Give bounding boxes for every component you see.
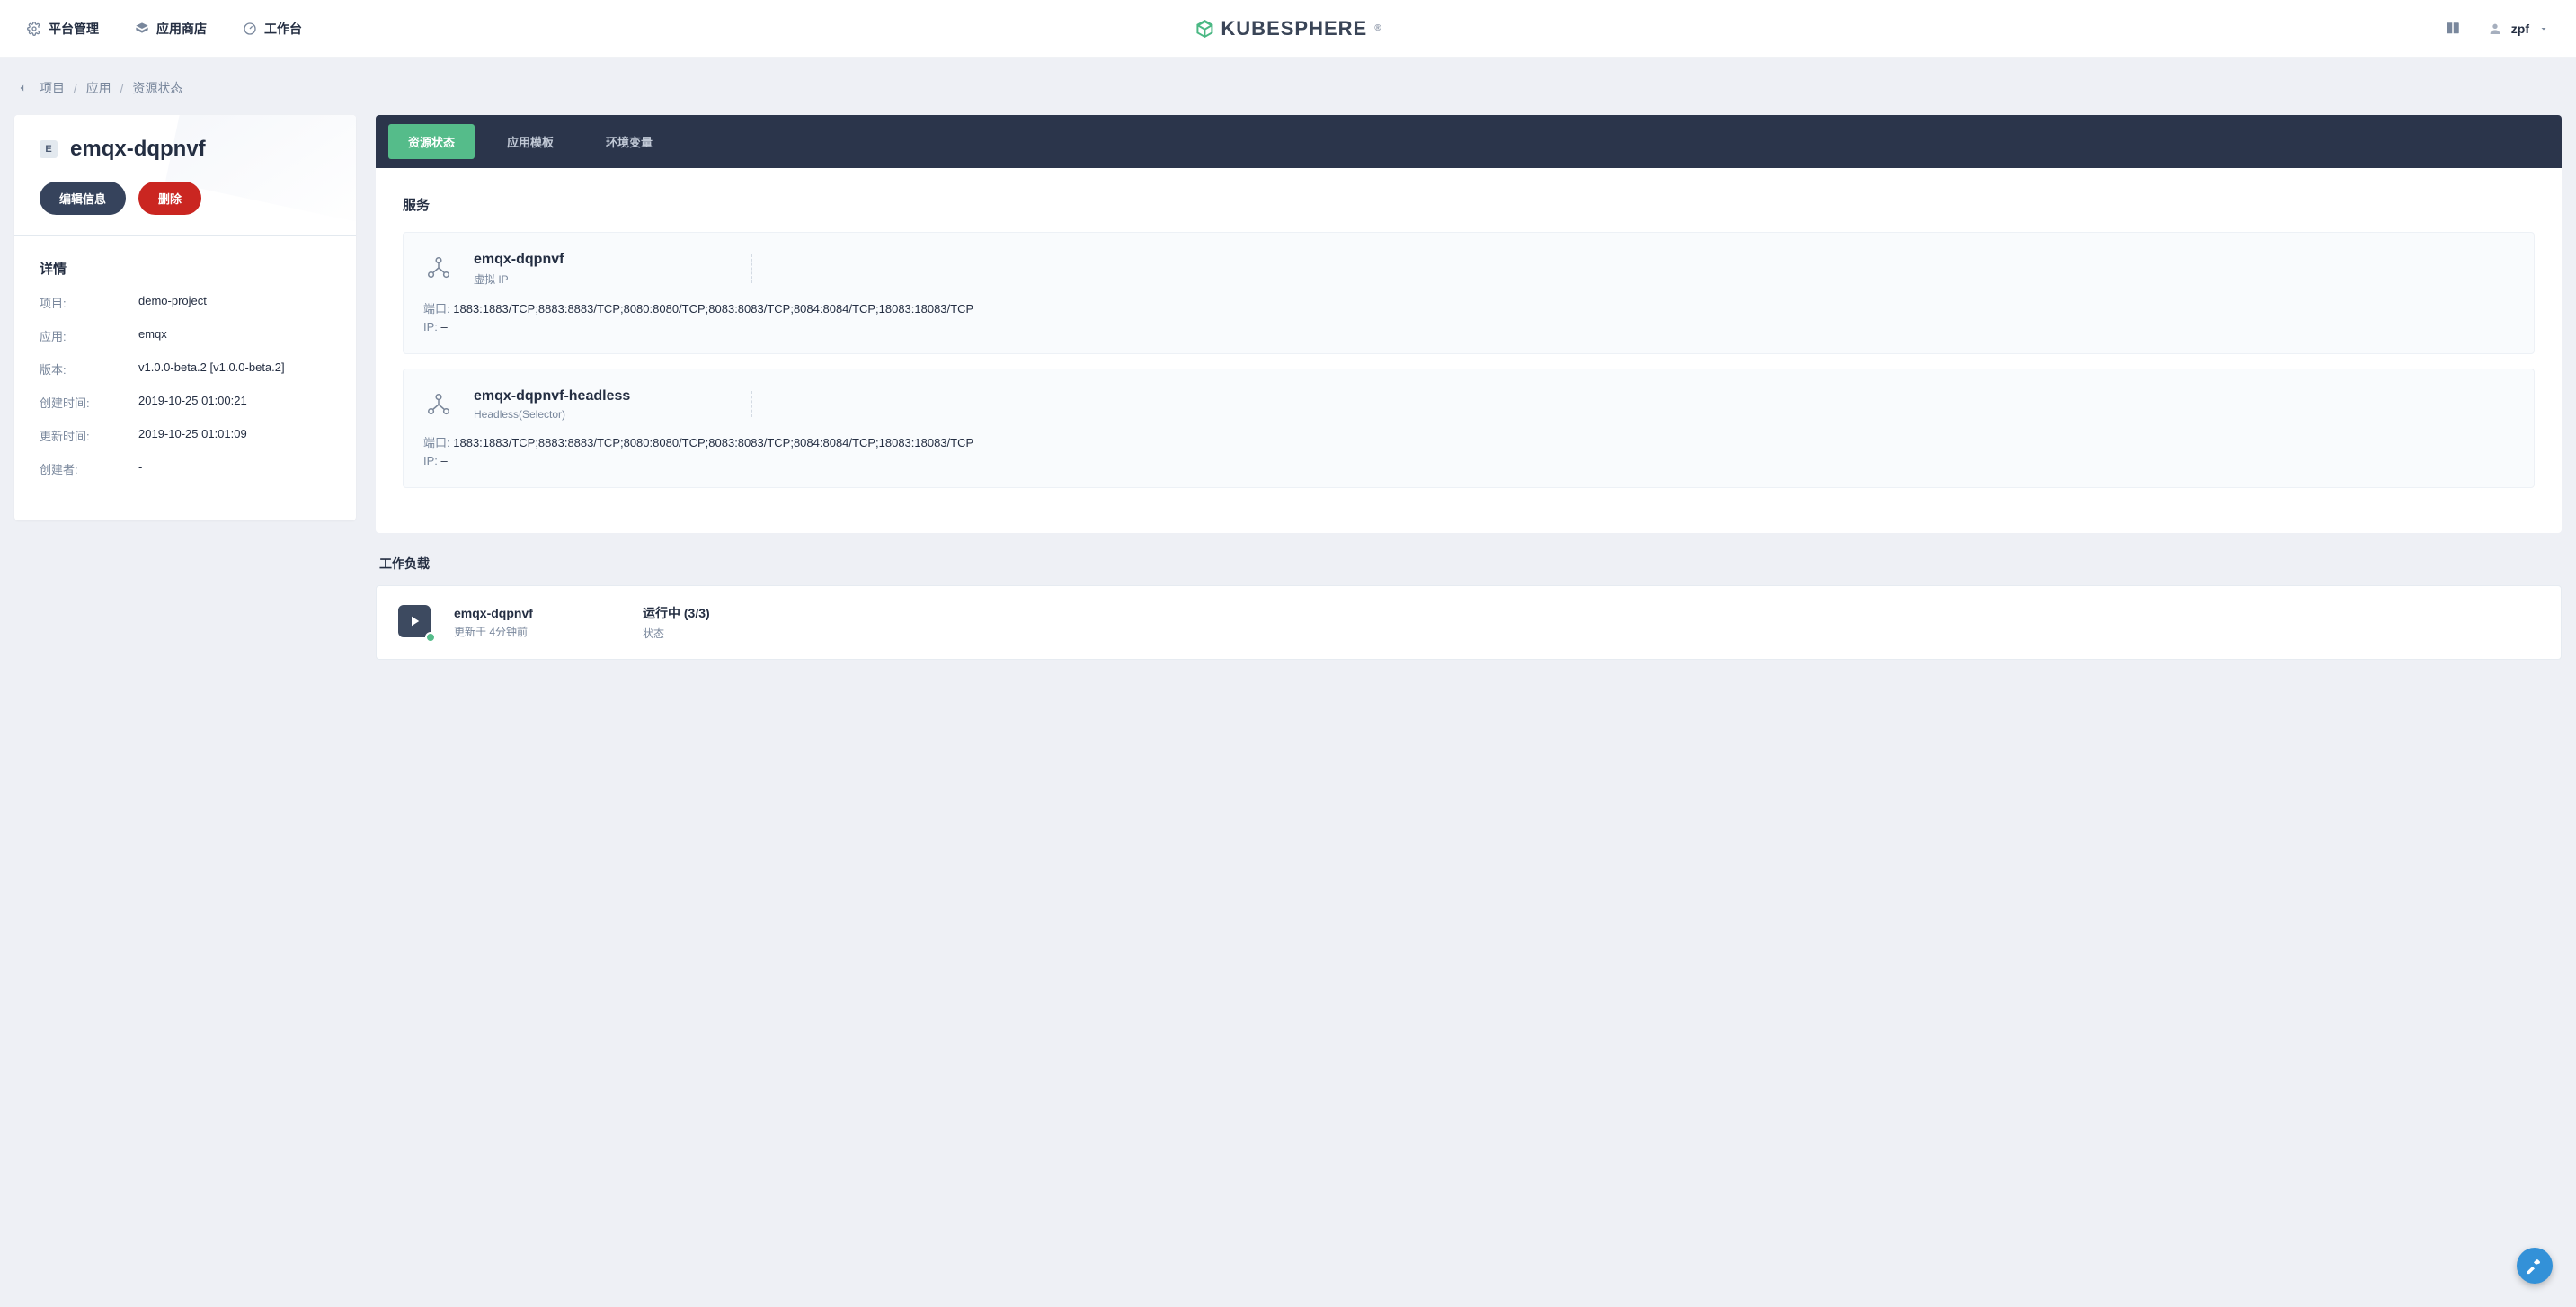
workload-icon-wrap: [398, 605, 434, 641]
workload-status: 运行中 (3/3): [643, 604, 831, 622]
workload-updated: 更新于 4分钟前: [454, 624, 643, 639]
crumb-application[interactable]: 应用: [86, 81, 111, 95]
topbar-right: zpf: [2445, 21, 2549, 37]
value-creator: -: [138, 460, 331, 477]
workload-name: emqx-dqpnvf: [454, 606, 643, 620]
gear-icon: [27, 22, 41, 36]
top-nav: 平台管理 应用商店 工作台: [27, 20, 302, 38]
detail-section-title: 详情: [40, 259, 331, 278]
label-creator: 创建者:: [40, 460, 138, 477]
breadcrumb-links: 项目 / 应用 / 资源状态: [40, 79, 182, 97]
workload-col-name: emqx-dqpnvf 更新于 4分钟前: [454, 606, 643, 639]
service-type: 虚拟 IP: [474, 271, 752, 287]
service-type: Headless(Selector): [474, 408, 752, 421]
gauge-icon: [243, 22, 257, 36]
nav-label: 工作台: [264, 20, 302, 38]
service-ports: 1883:1883/TCP;8883:8883/TCP;8080:8080/TC…: [453, 302, 973, 316]
tab-env-vars[interactable]: 环境变量: [586, 124, 672, 159]
docs-icon[interactable]: [2445, 21, 2461, 37]
services-title: 服务: [403, 195, 2535, 214]
delete-button[interactable]: 删除: [138, 182, 201, 215]
workload-status-label: 状态: [643, 626, 831, 641]
app-title: emqx-dqpnvf: [70, 137, 206, 162]
service-icon: [423, 253, 454, 283]
ip-label: IP:: [423, 320, 438, 333]
services-panel: 服务 emqx-dqpnvf 虚拟 IP 端口: 1883:1883/TCP;8…: [376, 168, 2562, 533]
service-name: emqx-dqpnvf: [474, 251, 752, 268]
breadcrumb: 项目 / 应用 / 资源状态: [0, 58, 2576, 104]
service-ip: –: [441, 320, 448, 333]
nav-workbench[interactable]: 工作台: [243, 20, 302, 38]
edit-button[interactable]: 编辑信息: [40, 182, 126, 215]
user-icon: [2488, 22, 2502, 36]
nav-app-store[interactable]: 应用商店: [135, 20, 207, 38]
crumb-resource-status[interactable]: 资源状态: [132, 81, 182, 95]
brand-name: KUBESPHERE: [1221, 17, 1367, 40]
tab-resource-status[interactable]: 资源状态: [388, 124, 475, 159]
label-project: 项目:: [40, 294, 138, 311]
port-label: 端口:: [423, 436, 450, 449]
topbar: 平台管理 应用商店 工作台 KUBESPHERE ® zpf: [0, 0, 2576, 58]
label-created: 创建时间:: [40, 394, 138, 411]
kubesphere-logo-icon: [1194, 18, 1215, 40]
detail-card: E emqx-dqpnvf 编辑信息 删除 详情 项目:demo-project…: [14, 115, 356, 520]
port-label: 端口:: [423, 302, 450, 316]
service-ip: –: [441, 454, 448, 467]
crumb-project[interactable]: 项目: [40, 81, 65, 95]
detail-body: 详情 项目:demo-project 应用:emqx 版本:v1.0.0-bet…: [14, 236, 356, 520]
tab-bar: 资源状态 应用模板 环境变量: [376, 115, 2562, 168]
nav-label: 应用商店: [156, 20, 207, 38]
layers-icon: [135, 22, 149, 36]
workload-card[interactable]: emqx-dqpnvf 更新于 4分钟前 运行中 (3/3) 状态: [376, 585, 2562, 660]
user-name: zpf: [2511, 22, 2529, 36]
main-layout: E emqx-dqpnvf 编辑信息 删除 详情 项目:demo-project…: [0, 104, 2576, 714]
value-project: demo-project: [138, 294, 331, 311]
status-dot-icon: [425, 632, 436, 643]
detail-panel: E emqx-dqpnvf 编辑信息 删除 详情 项目:demo-project…: [14, 115, 356, 660]
service-card[interactable]: emqx-dqpnvf 虚拟 IP 端口: 1883:1883/TCP;8883…: [403, 232, 2535, 354]
tab-app-template[interactable]: 应用模板: [487, 124, 573, 159]
service-name: emqx-dqpnvf-headless: [474, 387, 752, 405]
detail-header: E emqx-dqpnvf 编辑信息 删除: [14, 115, 356, 236]
label-app: 应用:: [40, 327, 138, 344]
ip-label: IP:: [423, 454, 438, 467]
main-column: 资源状态 应用模板 环境变量 服务 emqx-dqpnvf 虚拟 IP 端口: [376, 115, 2562, 660]
value-created: 2019-10-25 01:00:21: [138, 394, 331, 411]
value-updated: 2019-10-25 01:01:09: [138, 427, 331, 444]
service-ports: 1883:1883/TCP;8883:8883/TCP;8080:8080/TC…: [453, 436, 973, 449]
label-version: 版本:: [40, 360, 138, 378]
user-menu[interactable]: zpf: [2488, 22, 2549, 36]
chevron-down-icon: [2538, 23, 2549, 34]
app-badge: E: [40, 140, 58, 158]
workloads-title: 工作负载: [379, 555, 2562, 573]
service-card[interactable]: emqx-dqpnvf-headless Headless(Selector) …: [403, 369, 2535, 488]
hammer-icon: [2526, 1257, 2544, 1275]
value-app: emqx: [138, 327, 331, 344]
play-icon: [398, 605, 431, 637]
service-icon: [423, 389, 454, 420]
nav-label: 平台管理: [49, 20, 99, 38]
brand-mark: ®: [1374, 23, 1381, 33]
brand-logo: KUBESPHERE ®: [1194, 17, 1381, 40]
workload-col-status: 运行中 (3/3) 状态: [643, 604, 831, 641]
value-version: v1.0.0-beta.2 [v1.0.0-beta.2]: [138, 360, 331, 378]
label-updated: 更新时间:: [40, 427, 138, 444]
back-icon[interactable]: [16, 82, 29, 94]
nav-platform-management[interactable]: 平台管理: [27, 20, 99, 38]
toolbox-fab[interactable]: [2517, 1248, 2553, 1284]
